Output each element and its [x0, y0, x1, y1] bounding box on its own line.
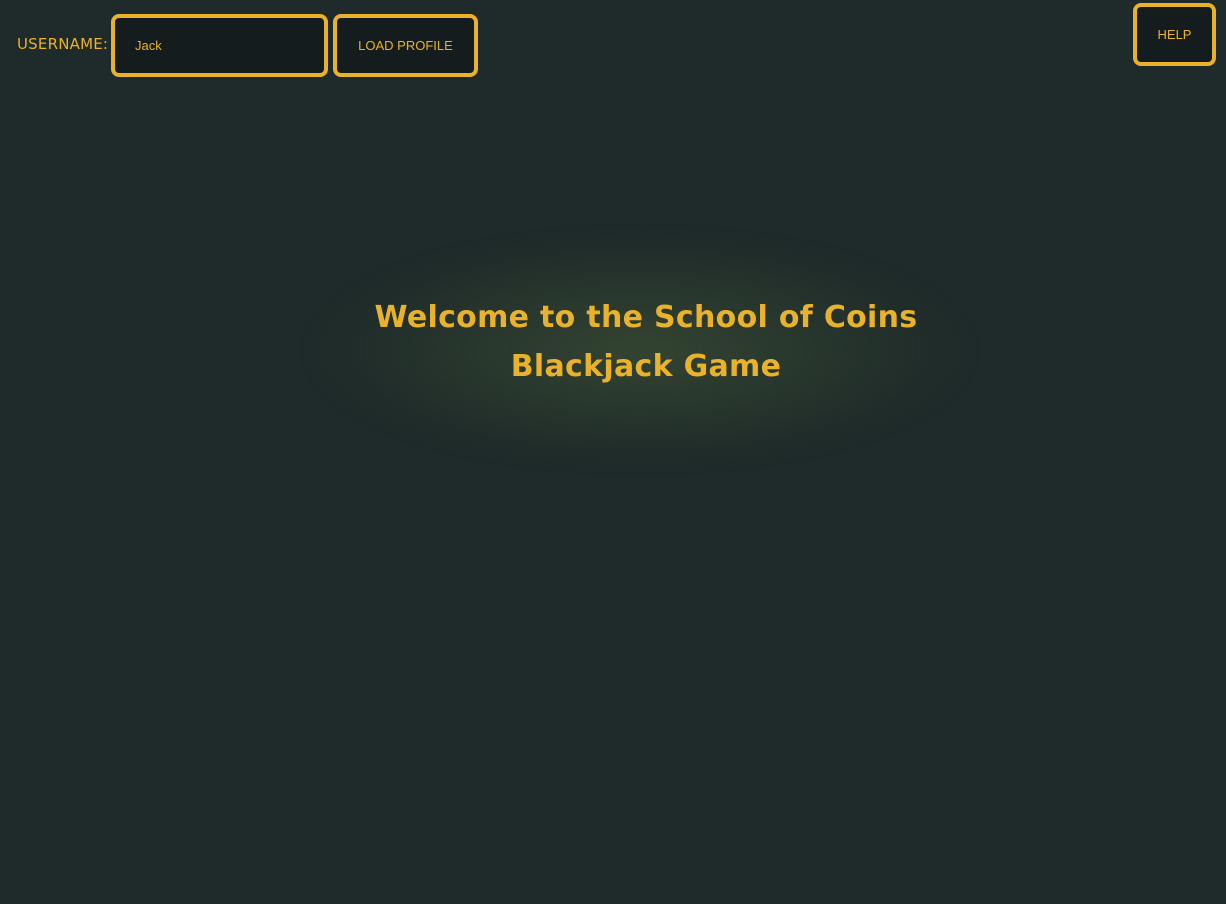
welcome-title: Welcome to the School of Coins Blackjack… — [346, 293, 946, 391]
welcome-title-line2: Blackjack Game — [510, 349, 782, 384]
load-profile-button[interactable]: LOAD PROFILE — [333, 14, 478, 77]
welcome-title-line1: Welcome to the School of Coins — [374, 300, 918, 335]
help-button[interactable]: HELP — [1133, 3, 1216, 66]
username-input[interactable] — [111, 14, 328, 77]
username-label: USERNAME: — [17, 35, 109, 53]
